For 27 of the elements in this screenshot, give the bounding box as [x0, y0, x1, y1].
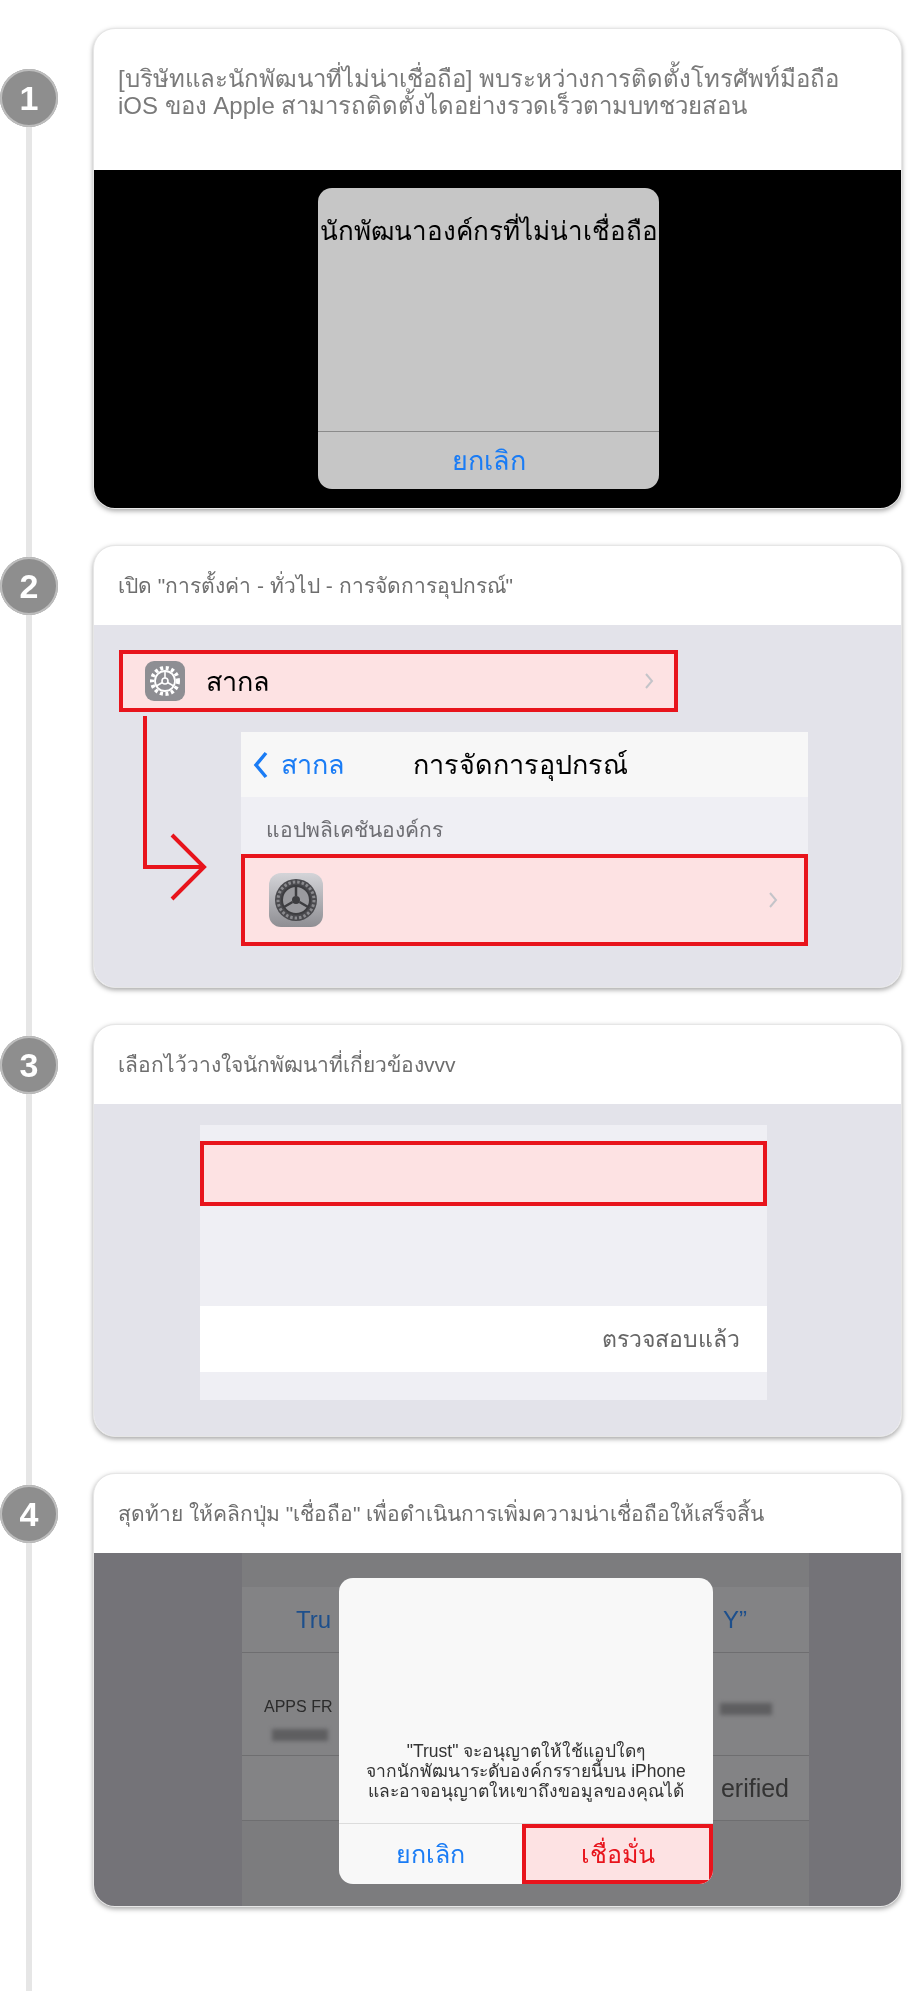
chevron-icon [768, 892, 778, 908]
chevron-left-icon [253, 750, 269, 779]
blurred-text [720, 1703, 772, 1715]
back-button[interactable]: สากล [253, 743, 345, 786]
caption-text: APPS FR [264, 1698, 333, 1716]
nav-title: การจัดการอุปกรณ์ [413, 749, 628, 783]
step-number: 4 [0, 1485, 58, 1543]
section-header: แอปพลิเคชันองค์กร [266, 818, 443, 841]
step-number: 3 [0, 1036, 58, 1094]
step-number: 2 [0, 557, 58, 615]
blurred-text [272, 1729, 328, 1741]
status-text: erified [720, 1773, 789, 1803]
link-text: Tru [296, 1605, 332, 1634]
gear-icon [145, 661, 185, 701]
settings-row[interactable]: สากล [119, 650, 678, 712]
chevron-icon [644, 673, 654, 689]
app-row[interactable] [241, 854, 808, 946]
list-row[interactable] [200, 1141, 767, 1206]
link-text: Y” [723, 1605, 747, 1634]
dialog-button[interactable]: ยกเลิก [339, 1824, 522, 1884]
status-row: ตรวจสอบแล้ว [200, 1306, 767, 1372]
alert-message: "Trust" จะอนุญาตให้ใช้แอปใดๆ จากนักพัฒนาระดับองค์กรรายนี้บน iPhone และอาจอนุญาตใหเขาถึงขอมูลของคุณได้ [366, 1741, 686, 1801]
gear-icon [269, 873, 323, 927]
alert-title: นักพัฒนาองค์กรที่ไม่น่าเชื่อถือ [318, 188, 659, 431]
dialog-button[interactable]: ยกเลิก [318, 432, 659, 489]
step-number: 1 [0, 69, 58, 127]
dialog-button[interactable]: เชื่อมั่น [522, 1824, 713, 1884]
